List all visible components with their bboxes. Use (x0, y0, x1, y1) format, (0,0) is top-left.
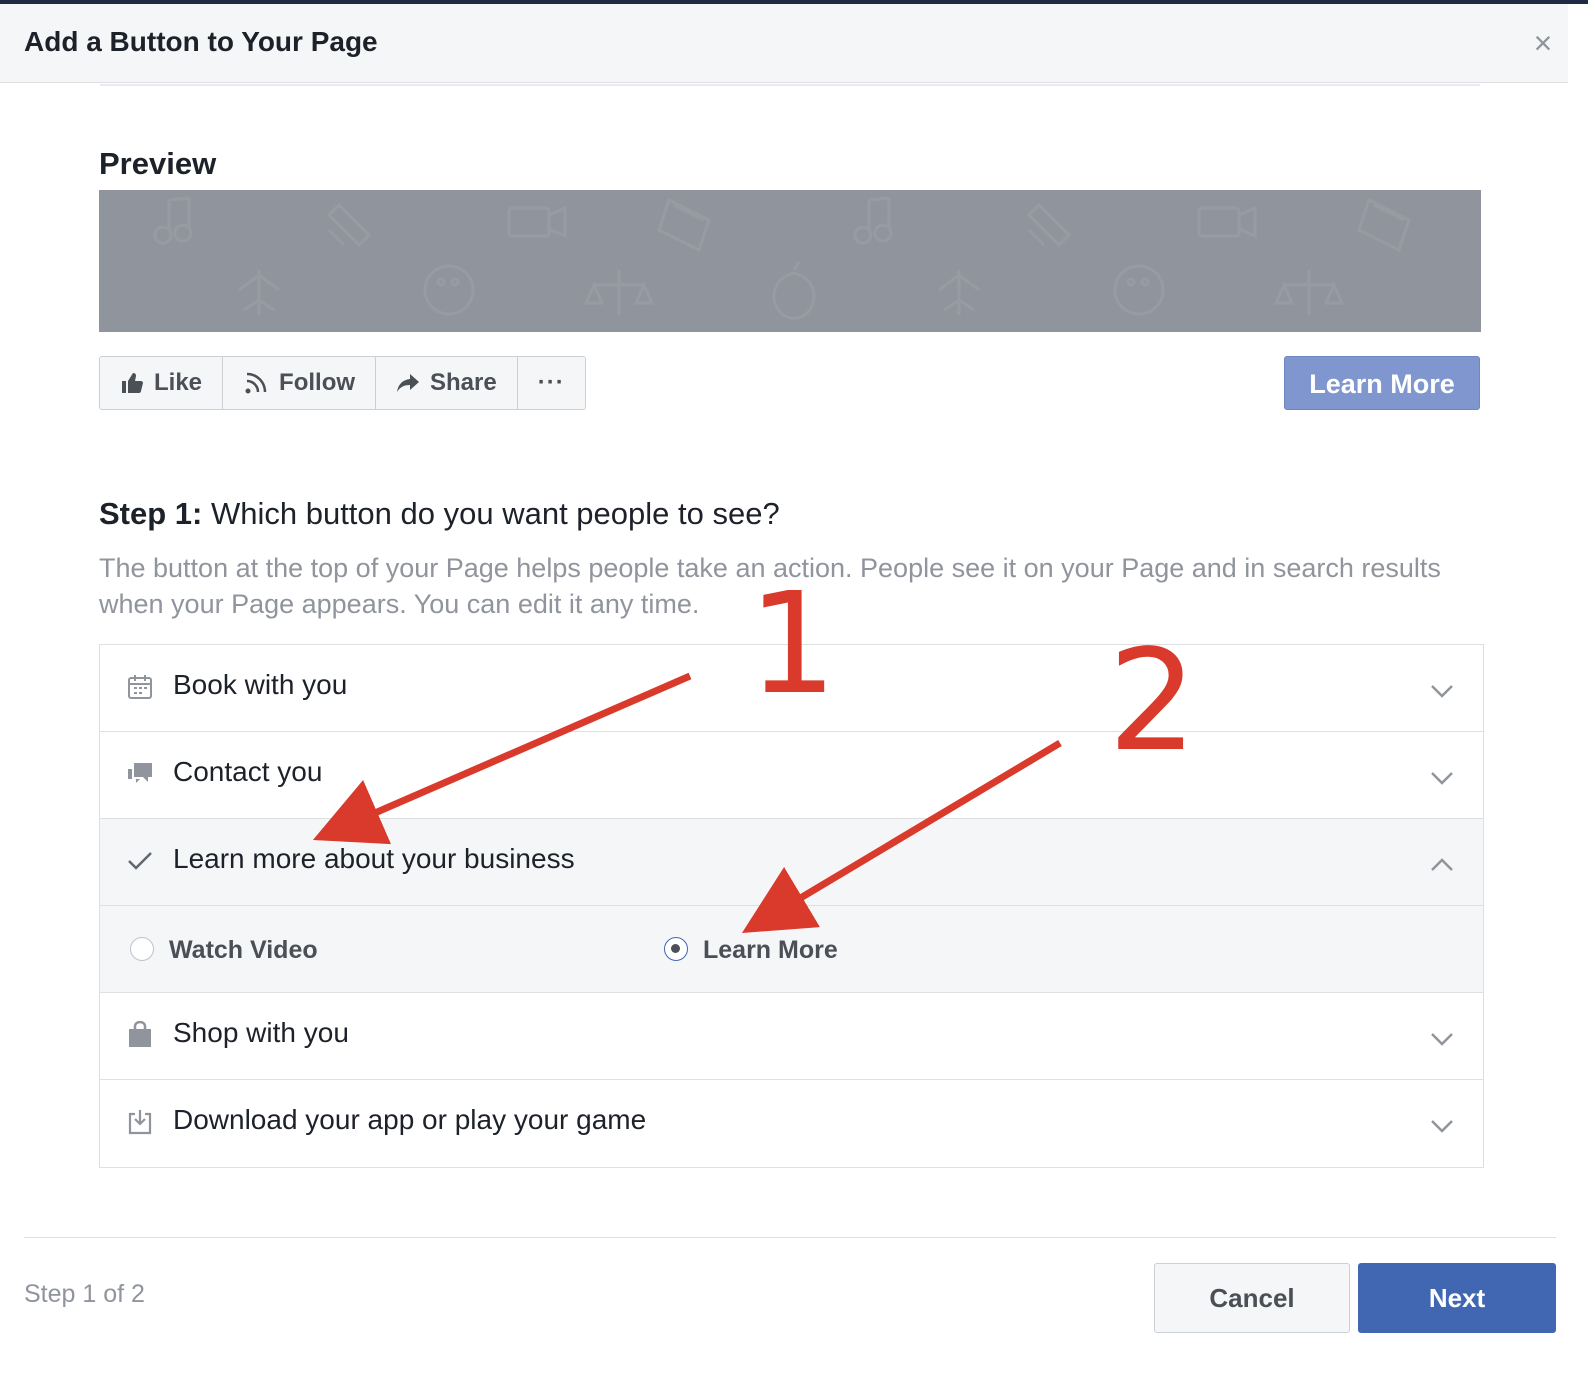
chevron-down-icon (1431, 1033, 1453, 1046)
cancel-button[interactable]: Cancel (1154, 1263, 1350, 1333)
option-label: Contact you (173, 756, 323, 787)
option-label: Book with you (173, 669, 348, 700)
option-label: Learn more about your business (173, 843, 575, 874)
cover-pattern (153, 196, 1411, 320)
option-download-app[interactable]: Download your app or play your game (100, 1080, 1483, 1167)
chevron-up-icon (1431, 858, 1453, 871)
chevron-down-icon (1431, 1120, 1453, 1133)
step-heading: Step 1: Which button do you want people … (99, 496, 780, 532)
preview-learn-more-button[interactable]: Learn More (1284, 356, 1480, 410)
share-arrow-icon (397, 374, 420, 392)
learn-more-suboptions: Watch Video Learn More (100, 906, 1483, 993)
thumbs-up-icon (122, 373, 143, 393)
dialog-header: Add a Button to Your Page × (0, 4, 1568, 83)
dialog-title: Add a Button to Your Page (24, 26, 378, 57)
chevron-down-icon (1431, 685, 1453, 698)
step-count: Step 1 of 2 (24, 1280, 145, 1308)
like-button[interactable]: Like (100, 357, 224, 409)
option-learn-more-about-business[interactable]: Learn more about your business (100, 819, 1483, 906)
step-heading-text: Which button do you want people to see? (202, 496, 780, 531)
watch-video-label[interactable]: Watch Video (169, 936, 318, 965)
page-action-bar: Like Follow Share ··· (99, 356, 586, 410)
step-heading-bold: Step 1: (99, 496, 203, 531)
learn-more-radio[interactable] (664, 937, 688, 961)
chevron-down-icon (1431, 772, 1453, 785)
option-contact-you[interactable]: Contact you (100, 732, 1483, 819)
follow-label: Follow (279, 369, 356, 396)
divider (100, 84, 1480, 86)
option-label: Download your app or play your game (173, 1104, 647, 1135)
annotation-number-2: 2 (1108, 620, 1198, 783)
option-shop-with-you[interactable]: Shop with you (100, 993, 1483, 1080)
cover-photo-placeholder (99, 190, 1481, 332)
next-button[interactable]: Next (1358, 1263, 1556, 1333)
like-label: Like (154, 369, 203, 396)
footer-divider (24, 1237, 1556, 1238)
follow-button[interactable]: Follow (223, 357, 377, 409)
shopping-bag-icon (129, 1021, 151, 1047)
chat-bubbles-icon (128, 763, 152, 783)
more-icon: ··· (537, 369, 565, 396)
more-button[interactable]: ··· (518, 357, 585, 409)
download-icon (128, 1110, 152, 1135)
learn-more-label[interactable]: Learn More (703, 936, 838, 965)
watch-video-radio[interactable] (130, 937, 154, 961)
share-label: Share (430, 369, 497, 396)
checkmark-icon (128, 852, 152, 870)
preview-title: Preview (99, 146, 217, 181)
close-icon[interactable]: × (1528, 27, 1558, 59)
rss-follow-icon (245, 372, 267, 394)
calendar-icon (128, 675, 152, 699)
annotation-number-1: 1 (748, 563, 838, 726)
share-button[interactable]: Share (376, 357, 518, 409)
option-label: Shop with you (173, 1017, 349, 1048)
